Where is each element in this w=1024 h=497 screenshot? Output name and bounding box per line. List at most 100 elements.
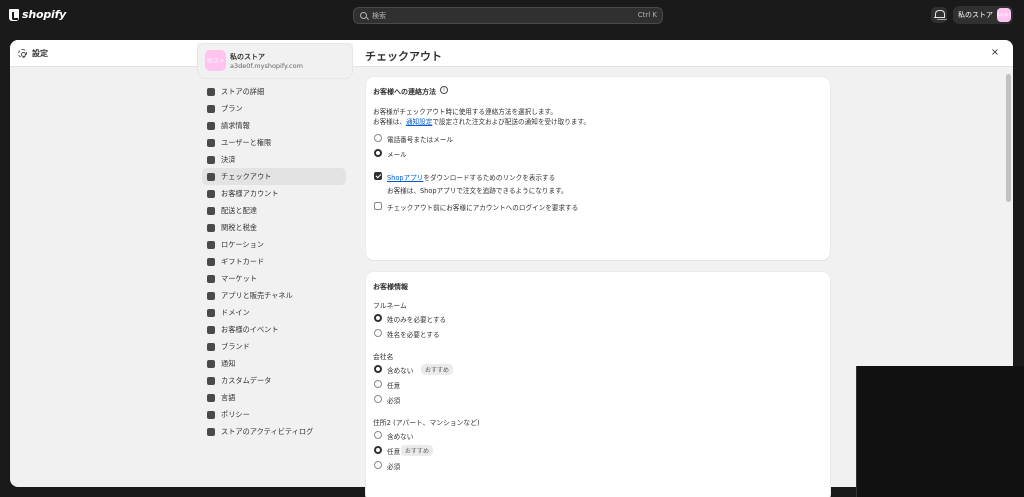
company-label: 会社名 <box>373 353 394 361</box>
sidebar-item[interactable]: ドメイン <box>202 304 346 321</box>
person-icon <box>207 189 215 198</box>
sidebar-item[interactable]: 配送と配達 <box>202 202 346 219</box>
search-icon <box>360 12 367 19</box>
location-icon <box>207 240 215 249</box>
plan-icon <box>207 104 215 113</box>
sidebar-item[interactable]: ブランド <box>202 338 346 355</box>
sidebar-item[interactable]: 関税と税金 <box>202 219 346 236</box>
fullname-lastname-only-radio[interactable] <box>374 314 382 322</box>
sidebar-item[interactable]: カスタムデータ <box>202 372 346 389</box>
sidebar-item-label: プラン <box>221 103 243 113</box>
note-suffix: で設定された注文および配送の通知を受け取ります。 <box>432 118 590 126</box>
scrollbar-thumb[interactable] <box>1006 74 1011 202</box>
globe-icon <box>207 274 215 283</box>
sidebar-item-label: マーケット <box>221 273 257 283</box>
close-button[interactable]: × <box>989 47 1001 59</box>
notifications-bell-icon[interactable] <box>931 7 947 23</box>
store-card-domain: a3de0f.myshopify.com <box>230 62 303 70</box>
apps-icon <box>207 291 215 300</box>
search-input[interactable]: 検索 Ctrl K <box>353 7 663 24</box>
sidebar-item[interactable]: お客様のイベント <box>202 321 346 338</box>
recommended-badge: おすすめ <box>421 364 454 375</box>
sidebar-item-label: チェックアウト <box>221 171 272 181</box>
address2-label: 住所2 (アパート、マンションなど) <box>373 419 480 427</box>
shop-app-link-checkbox[interactable] <box>374 172 382 180</box>
fullname-label: フルネーム <box>373 302 407 310</box>
contact-method-card: お客様への連絡方法 i お客様がチェックアウト時に使用する連絡方法を選択します。… <box>366 77 830 260</box>
cart-icon <box>207 172 215 181</box>
contact-option-phone-or-email-label: 電話番号またはメール <box>387 136 453 144</box>
note-prefix: お客様は、 <box>373 118 406 126</box>
sidebar-item-label: 言語 <box>221 392 236 402</box>
sidebar-item[interactable]: ストアの詳細 <box>202 83 346 100</box>
top-bar: shopify 検索 Ctrl K 私のストア 私のスト <box>0 0 1024 30</box>
sidebar-item[interactable]: チェックアウト <box>202 168 346 185</box>
store-avatar: 私のスト <box>997 8 1011 22</box>
contact-option-email-label: メール <box>387 151 407 159</box>
store-icon <box>207 87 215 96</box>
shopify-bag-icon <box>9 8 19 21</box>
domain-icon <box>207 308 215 317</box>
company-exclude-label: 含めない <box>387 367 414 375</box>
shopify-logo[interactable]: shopify <box>9 8 66 21</box>
sidebar-item[interactable]: アプリと販売チャネル <box>202 287 346 304</box>
sidebar-item[interactable]: 決済 <box>202 151 346 168</box>
sidebar-item[interactable]: ポリシー <box>202 406 346 423</box>
sidebar-item[interactable]: ストアのアクティビティログ <box>202 423 346 440</box>
info-icon[interactable]: i <box>440 86 448 94</box>
address2-required-radio[interactable] <box>374 461 382 469</box>
sidebar-item[interactable]: 請求情報 <box>202 117 346 134</box>
company-optional-label: 任意 <box>387 382 401 390</box>
sidebar-item-label: お客様アカウント <box>221 188 279 198</box>
modal-title: 設定 <box>32 49 48 58</box>
policy-icon <box>207 410 215 419</box>
gear-icon <box>18 49 27 58</box>
address2-required-label: 必須 <box>387 463 401 471</box>
brand-icon <box>207 342 215 351</box>
sidebar-item[interactable]: 通知 <box>202 355 346 372</box>
events-icon <box>207 325 215 334</box>
shop-app-link[interactable]: Shopアプリ <box>387 174 423 182</box>
contact-option-email-radio[interactable] <box>374 149 382 157</box>
sidebar-item[interactable]: ギフトカード <box>202 253 346 270</box>
sidebar-item-label: ユーザーと権限 <box>221 137 272 147</box>
sidebar-item-label: ブランド <box>221 341 250 351</box>
store-menu-button[interactable]: 私のストア 私のスト <box>953 6 1013 24</box>
sidebar-item-label: アプリと販売チャネル <box>221 290 293 300</box>
sidebar-item-label: ストアのアクティビティログ <box>221 426 314 436</box>
sidebar-item[interactable]: ロケーション <box>202 236 346 253</box>
sidebar-item[interactable]: お客様アカウント <box>202 185 346 202</box>
notification-settings-link[interactable]: 通知設定 <box>406 118 432 126</box>
sidebar-item-label: ストアの詳細 <box>221 86 265 96</box>
company-required-radio[interactable] <box>374 395 382 403</box>
sidebar-item-label: カスタムデータ <box>221 375 272 385</box>
company-exclude-radio[interactable] <box>374 365 382 373</box>
address2-optional-radio[interactable] <box>374 446 382 454</box>
sidebar-item[interactable]: プラン <box>202 100 346 117</box>
sidebar-item-label: 請求情報 <box>221 120 250 130</box>
sidebar-item-label: 配送と配達 <box>221 205 257 215</box>
truck-icon <box>207 206 215 215</box>
logo-text: shopify <box>22 8 67 21</box>
contact-option-phone-or-email-radio[interactable] <box>374 134 382 142</box>
store-menu-label: 私のストア <box>958 11 993 19</box>
store-card-name: 私のストア <box>230 53 265 61</box>
require-login-checkbox[interactable] <box>374 202 382 210</box>
sidebar-item[interactable]: マーケット <box>202 270 346 287</box>
sidebar-item[interactable]: ユーザーと権限 <box>202 134 346 151</box>
page-title: チェックアウト <box>365 50 442 63</box>
billing-icon <box>207 121 215 130</box>
contact-notification-note: お客様は、通知設定で設定された注文および配送の通知を受け取ります。 <box>373 116 590 126</box>
search-placeholder: 検索 <box>372 12 386 20</box>
company-optional-radio[interactable] <box>374 380 382 388</box>
fullname-full-radio[interactable] <box>374 329 382 337</box>
address2-exclude-radio[interactable] <box>374 431 382 439</box>
sidebar-item-label: 通知 <box>221 358 236 368</box>
shop-app-label-text: をダウンロードするためのリンクを表示する <box>423 174 556 182</box>
sidebar-item-label: ポリシー <box>221 409 250 419</box>
store-card[interactable]: のスト 私のストア a3de0f.myshopify.com <box>197 43 353 79</box>
sidebar-item[interactable]: 言語 <box>202 389 346 406</box>
settings-nav: ストアの詳細 プラン請求情報ユーザーと権限決済チェックアウト お客様アカウント 配送と… <box>202 83 346 440</box>
payments-icon <box>207 155 215 164</box>
modal-header: 設定 × <box>10 40 1013 67</box>
